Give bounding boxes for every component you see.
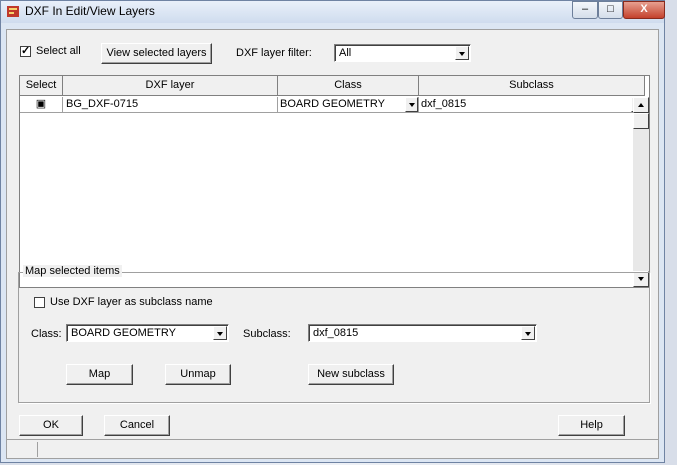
select-all-label: Select all [36,45,81,57]
chevron-down-icon[interactable] [455,46,469,60]
maximize-icon: □ [607,3,614,15]
title-bar[interactable]: DXF In Edit/View Layers – □ X [1,1,665,23]
dialog-client: Select all View selected layers DXF laye… [6,29,659,459]
row-subclass-dropdown[interactable]: dxf_0815 [419,97,645,113]
class-dropdown[interactable]: BOARD GEOMETRY [66,324,229,342]
vertical-scrollbar[interactable] [633,97,649,287]
map-button[interactable]: Map [66,364,133,385]
status-bar [7,439,658,459]
help-button[interactable]: Help [558,415,625,436]
row-class-value: BOARD GEOMETRY [280,98,385,110]
dialog-window: DXF In Edit/View Layers – □ X Select all… [0,0,665,463]
window-title: DXF In Edit/View Layers [25,4,155,18]
row-class-dropdown[interactable]: BOARD GEOMETRY [278,97,419,113]
use-dxf-layer-label: Use DXF layer as subclass name [50,296,213,308]
unmap-button[interactable]: Unmap [165,364,231,385]
map-group-label: Map selected items [23,265,122,277]
ok-button[interactable]: OK [19,415,83,436]
row-subclass-value: dxf_0815 [421,98,467,110]
column-header-select[interactable]: Select [20,76,63,96]
class-label: Class: [31,328,62,340]
cancel-button[interactable]: Cancel [104,415,170,436]
column-header-dxf-layer[interactable]: DXF layer [63,76,278,96]
close-icon: X [640,3,648,15]
scroll-thumb[interactable] [633,113,649,129]
subclass-dropdown[interactable]: dxf_0815 [308,324,537,342]
dxf-layer-filter-label: DXF layer filter: [236,47,312,59]
close-button[interactable]: X [623,1,665,19]
subclass-value: dxf_0815 [313,327,359,339]
view-selected-layers-button[interactable]: View selected layers [101,43,212,64]
subclass-label: Subclass: [243,328,291,340]
chevron-down-icon[interactable] [521,326,535,340]
layers-table: Select DXF layer Class Subclass ▣ BG_DXF… [19,75,650,288]
chevron-down-icon[interactable] [405,97,418,112]
map-selected-items-group: Map selected items Use DXF layer as subc… [18,265,650,403]
minimize-icon: – [581,3,589,15]
dxf-layer-filter-dropdown[interactable]: All [334,44,471,62]
chevron-down-icon[interactable] [213,326,227,340]
new-subclass-button[interactable]: New subclass [308,364,394,385]
dxf-layer-filter-value: All [339,47,352,59]
minimize-button[interactable]: – [572,1,598,19]
scroll-up-icon[interactable] [633,97,649,113]
column-header-class[interactable]: Class [278,76,419,96]
use-dxf-layer-checkbox[interactable] [34,297,45,308]
dxf-app-icon [7,6,19,17]
row-dxf-layer-cell: BG_DXF-0715 [63,97,278,113]
select-all-checkbox[interactable] [20,44,31,57]
maximize-button[interactable]: □ [598,1,623,19]
class-value: BOARD GEOMETRY [71,327,176,339]
row-select-checkbox[interactable]: ▣ [20,97,63,113]
status-pane [7,442,38,457]
column-header-subclass[interactable]: Subclass [419,76,645,96]
